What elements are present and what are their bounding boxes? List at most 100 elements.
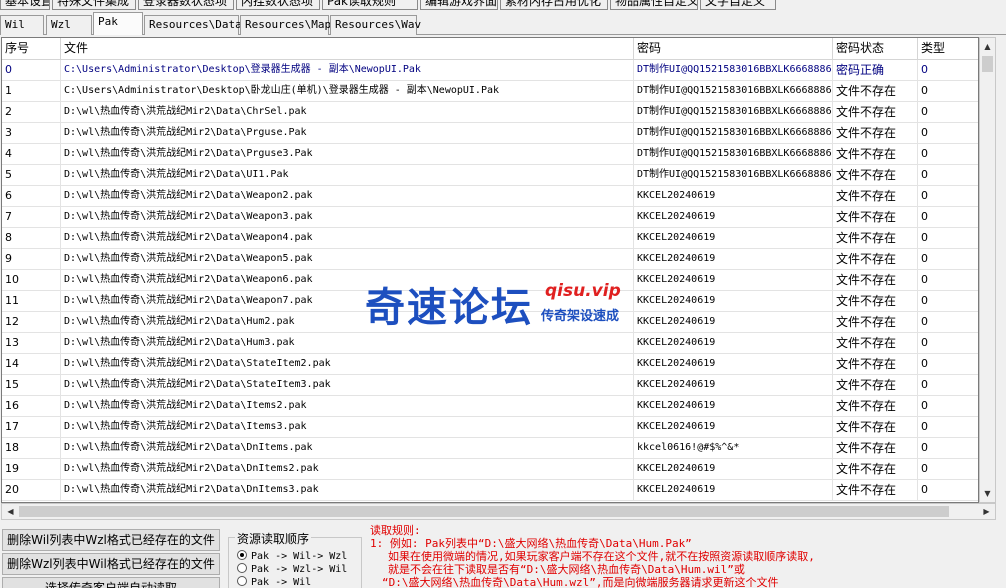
column-header-file[interactable]: 文件	[61, 38, 634, 59]
cell-password: DT制作UI@QQ1521583016BBXLK6668886	[634, 60, 833, 80]
cell-file: D:\wl\热血传奇\洪荒战纪Mir2\Data\Hum3.pak	[61, 333, 634, 353]
column-header-password-status[interactable]: 密码状态	[833, 38, 918, 59]
table-row[interactable]: 20 D:\wl\热血传奇\洪荒战纪Mir2\Data\DnItems3.pak K…	[2, 480, 978, 501]
tab-wzl[interactable]: Wzl	[46, 15, 92, 35]
cell-index: 5	[2, 165, 61, 185]
cell-file: C:\Users\Administrator\Desktop\卧龙山庄(单机)\…	[61, 81, 634, 101]
cell-file: C:\Users\Administrator\Desktop\登录器生成器 - …	[61, 60, 634, 80]
cell-index: 3	[2, 123, 61, 143]
cell-password-status: 文件不存在	[833, 249, 918, 269]
column-header-type[interactable]: 类型	[918, 38, 978, 59]
table-row[interactable]: 19 D:\wl\热血传奇\洪荒战纪Mir2\Data\DnItems2.pak K…	[2, 459, 978, 480]
watermark: 奇速论坛 qisu.vip 传奇架设速成	[365, 275, 645, 331]
tab-memory-optimize[interactable]: 素材内存占用优化	[500, 0, 608, 10]
cell-file: D:\wl\热血传奇\洪荒战纪Mir2\Data\UI1.Pak	[61, 165, 634, 185]
cell-file: D:\wl\热血传奇\洪荒战纪Mir2\Data\Weapon4.pak	[61, 228, 634, 248]
auto-read-client-button[interactable]: 选择传奇客户端自动读取	[2, 577, 220, 588]
table-row[interactable]: 0 C:\Users\Administrator\Desktop\登录器生成器 -…	[2, 60, 978, 81]
cell-file: D:\wl\热血传奇\洪荒战纪Mir2\Data\StateItem2.pak	[61, 354, 634, 374]
radio-unchecked-icon[interactable]	[237, 563, 247, 573]
cell-password-status: 文件不存在	[833, 81, 918, 101]
tab-pak-read-rules[interactable]: Pak读取规则	[322, 0, 418, 10]
read-order-option-2[interactable]: Pak -> Wzl-> Wil	[237, 563, 347, 576]
table-row[interactable]: 14 D:\wl\热血传奇\洪荒战纪Mir2\Data\StateItem2.pa…	[2, 354, 978, 375]
table-row[interactable]: 7 D:\wl\热血传奇\洪荒战纪Mir2\Data\Weapon3.pak KKC…	[2, 207, 978, 228]
delete-wil-duplicates-button[interactable]: 删除Wil列表中Wzl格式已经存在的文件	[2, 529, 220, 551]
tab-resources-map[interactable]: Resources\Map	[240, 15, 331, 35]
scroll-right-icon[interactable]: ▶	[978, 504, 995, 519]
cell-type: 0	[921, 315, 928, 328]
cell-password: KKCEL20240619	[634, 270, 833, 290]
table-row[interactable]: 6 D:\wl\热血传奇\洪荒战纪Mir2\Data\Weapon2.pak KKC…	[2, 186, 978, 207]
cell-password: KKCEL20240619	[634, 186, 833, 206]
horizontal-scrollbar[interactable]: ◀ ▶	[1, 503, 996, 520]
read-order-option-1[interactable]: Pak -> Wil-> Wzl	[237, 550, 347, 563]
tab-item-attributes[interactable]: 物品属性自定义	[610, 0, 698, 10]
cell-password: KKCEL20240619	[634, 354, 833, 374]
rules-line-2: 如果在使用微端的情况,如果玩家客户端不存在这个文件,就不在按照资源读取顺序读取,	[388, 550, 815, 563]
cell-password: DT制作UI@QQ1521583016BBXLK6668886	[634, 144, 833, 164]
delete-wzl-duplicates-button[interactable]: 删除Wzl列表中Wil格式已经存在的文件	[2, 553, 220, 575]
cell-password: KKCEL20240619	[634, 249, 833, 269]
vertical-scroll-thumb[interactable]	[982, 56, 993, 72]
table-row[interactable]: 16 D:\wl\热血传奇\洪荒战纪Mir2\Data\Items2.pak KKC…	[2, 396, 978, 417]
scroll-down-icon[interactable]: ▼	[980, 485, 995, 502]
horizontal-scroll-thumb[interactable]	[19, 506, 949, 517]
table-row[interactable]: 4 D:\wl\热血传奇\洪荒战纪Mir2\Data\Prguse3.Pak DT制…	[2, 144, 978, 165]
cell-file: D:\wl\热血传奇\洪荒战纪Mir2\Data\Weapon2.pak	[61, 186, 634, 206]
scroll-up-icon[interactable]: ▲	[980, 38, 995, 55]
cell-password: KKCEL20240619	[634, 396, 833, 416]
scroll-left-icon[interactable]: ◀	[2, 504, 19, 519]
cell-password: DT制作UI@QQ1521583016BBXLK6668886	[634, 81, 833, 101]
tab-resources-wav[interactable]: Resources\Wav	[330, 15, 421, 35]
cell-type: 0	[921, 210, 928, 223]
tab-resources-data[interactable]: Resources\Data	[144, 15, 242, 35]
tab-plugin-status[interactable]: 内挂数状态项	[236, 0, 320, 10]
radio-unchecked-icon[interactable]	[237, 576, 247, 586]
tab-pak[interactable]: Pak	[93, 12, 143, 35]
cell-index: 17	[2, 417, 61, 437]
table-row[interactable]: 15 D:\wl\热血传奇\洪荒战纪Mir2\Data\StateItem3.pa…	[2, 375, 978, 396]
tab-special-files[interactable]: 特殊文件集成	[52, 0, 136, 10]
cell-password: KKCEL20240619	[634, 333, 833, 353]
cell-password-status: 文件不存在	[833, 186, 918, 206]
cell-index: 7	[2, 207, 61, 227]
cell-file: D:\wl\热血传奇\洪荒战纪Mir2\Data\Items3.pak	[61, 417, 634, 437]
cell-password-status: 文件不存在	[833, 375, 918, 395]
table-row[interactable]: 17 D:\wl\热血传奇\洪荒战纪Mir2\Data\Items3.pak KKC…	[2, 417, 978, 438]
cell-password-status: 文件不存在	[833, 123, 918, 143]
cell-type: 0	[921, 84, 928, 97]
column-header-index[interactable]: 序号	[2, 38, 61, 59]
table-row[interactable]: 3 D:\wl\热血传奇\洪荒战纪Mir2\Data\Prguse.Pak DT制作…	[2, 123, 978, 144]
tab-launcher-status[interactable]: 登录器数状态项	[138, 0, 234, 10]
radio-checked-icon[interactable]	[237, 550, 247, 560]
table-row[interactable]: 1 C:\Users\Administrator\Desktop\卧龙山庄(单机)…	[2, 81, 978, 102]
cell-password: DT制作UI@QQ1521583016BBXLK6668886	[634, 123, 833, 143]
main-tab-strip: 基本设置 特殊文件集成 登录器数状态项 内挂数状态项 Pak读取规则 编辑游戏界…	[0, 0, 1006, 10]
cell-password: KKCEL20240619	[634, 312, 833, 332]
cell-type: 0	[921, 483, 928, 496]
cell-index: 9	[2, 249, 61, 269]
read-order-option-3[interactable]: Pak -> Wil	[237, 576, 311, 588]
cell-password-status: 文件不存在	[833, 207, 918, 227]
tab-text-custom[interactable]: 文字自定义	[700, 0, 776, 10]
rules-line-4: “D:\盛大网络\热血传奇\Data\Hum.wzl”,而是向微端服务器请求更新…	[382, 576, 779, 588]
cell-type: 0	[921, 147, 928, 160]
pak-file-list[interactable]: 序号 文件 密码 密码状态 类型 0 C:\Users\Administrator…	[1, 37, 979, 503]
table-row[interactable]: 9 D:\wl\热血传奇\洪荒战纪Mir2\Data\Weapon5.pak KKC…	[2, 249, 978, 270]
tab-basic-settings[interactable]: 基本设置	[0, 0, 50, 10]
table-row[interactable]: 8 D:\wl\热血传奇\洪荒战纪Mir2\Data\Weapon4.pak KKC…	[2, 228, 978, 249]
cell-file: D:\wl\热血传奇\洪荒战纪Mir2\Data\Weapon3.pak	[61, 207, 634, 227]
table-row[interactable]: 13 D:\wl\热血传奇\洪荒战纪Mir2\Data\Hum3.pak KKCEL…	[2, 333, 978, 354]
table-row[interactable]: 2 D:\wl\热血传奇\洪荒战纪Mir2\Data\ChrSel.pak DT制作…	[2, 102, 978, 123]
cell-password: KKCEL20240619	[634, 228, 833, 248]
vertical-scrollbar[interactable]: ▲ ▼	[979, 37, 996, 503]
cell-password-status: 文件不存在	[833, 312, 918, 332]
table-row[interactable]: 18 D:\wl\热血传奇\洪荒战纪Mir2\Data\DnItems.pak kk…	[2, 438, 978, 459]
rules-line-1: 1: 例如: Pak列表中“D:\盛大网络\热血传奇\Data\Hum.Pak”	[370, 537, 692, 550]
table-row[interactable]: 5 D:\wl\热血传奇\洪荒战纪Mir2\Data\UI1.Pak DT制作UI@…	[2, 165, 978, 186]
column-header-password[interactable]: 密码	[634, 38, 833, 59]
cell-password-status: 文件不存在	[833, 459, 918, 479]
tab-wil[interactable]: Wil	[0, 15, 44, 35]
tab-edit-game-ui[interactable]: 编辑游戏界面UI	[420, 0, 498, 10]
